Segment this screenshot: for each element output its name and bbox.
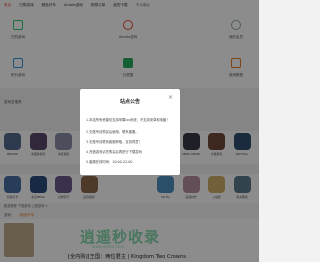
notice-line-1: 1.本站所有资源仅支持苹果ios系统，不支持安卓和电脑！ <box>86 118 170 122</box>
notice-line-3: 3.无账号请联系客服获取，支持同意！ <box>86 140 142 144</box>
notice-title: 站点公告 <box>119 99 140 105</box>
notice-line-4: 4.充值游戏请先购买后再进行下载游戏 <box>86 150 142 154</box>
close-icon[interactable]: × <box>168 95 173 101</box>
notice-line-5: 5.客服在线时间：10:00-22:00 <box>86 160 133 164</box>
notice-modal: 站点公告 × 1.本站所有资源仅支持苹果ios系统，不支持安卓和电脑！ 2.无账… <box>80 89 180 175</box>
notice-line-2: 2.无账号请购买后使用，联系客服。 <box>86 130 139 134</box>
